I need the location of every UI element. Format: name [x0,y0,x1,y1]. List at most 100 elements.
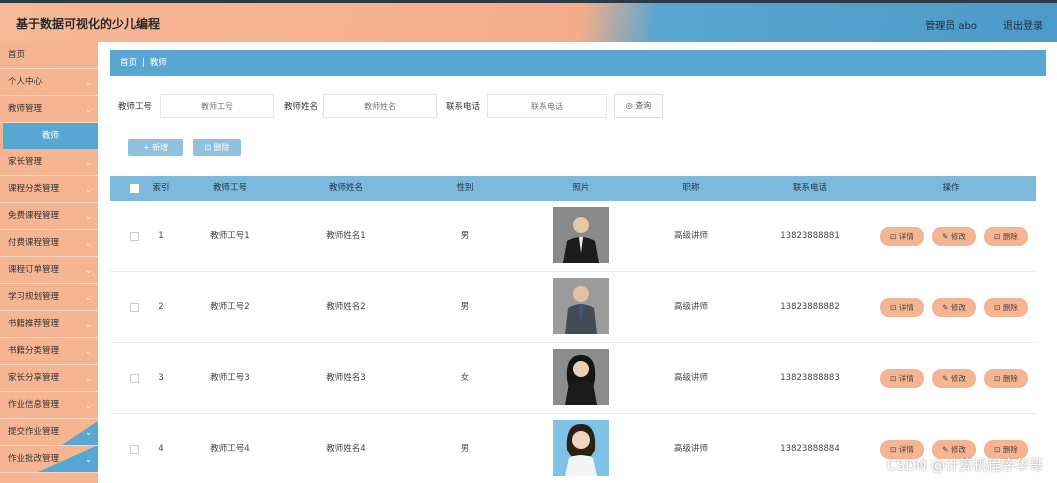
col-index: 索引 [152,183,170,193]
delete-button[interactable]: ⊡ 删除 [984,298,1028,317]
cell-phone: 13823888884 [780,444,840,454]
chevron-down-icon: ⌄ [85,105,92,114]
edit-button[interactable]: ✎ 修改 [932,298,976,317]
detail-button[interactable]: ⊡ 详情 [880,227,924,246]
cell-gender: 男 [460,302,470,312]
cell-gender: 男 [460,231,470,241]
sidebar-item-homework-grade[interactable]: 作业批改管理 ⌄ [0,446,98,473]
cell-phone: 13823888883 [780,373,840,383]
cell-teacher-name: 教师姓名3 [326,373,366,383]
sidebar-item-home[interactable]: 首页 [0,42,98,69]
cell-index: 2 [158,302,164,312]
sidebar-item-teachers[interactable]: 教师管理 ⌄ [0,96,98,123]
phone-label: 联系电话 [446,102,481,112]
cell-phone: 13823888881 [780,231,840,241]
edit-button[interactable]: ✎ 修改 [932,369,976,388]
cell-phone: 13823888882 [780,302,840,312]
watermark: CSDN @计算机程序华哥 [886,458,1043,474]
detail-button[interactable]: ⊡ 详情 [880,298,924,317]
chevron-down-icon: ⌄ [85,212,92,221]
select-all-checkbox[interactable] [130,184,139,193]
cell-teacher-name: 教师姓名2 [326,302,366,312]
person-photo-icon [553,349,609,405]
table-header: 索引 教师工号 教师姓名 性别 照片 职称 联系电话 操作 [110,176,1036,201]
sidebar-item-profile[interactable]: 个人中心 ⌄ [0,69,98,96]
detail-button[interactable]: ⊡ 详情 [880,369,924,388]
chevron-down-icon: ⌄ [85,293,92,302]
person-photo-icon [553,278,609,334]
cell-gender: 女 [460,373,470,383]
cell-index: 3 [158,373,164,383]
sidebar-item-study-plans[interactable]: 学习规划管理 ⌄ [0,284,98,311]
query-button[interactable]: ◎ 查询 [614,94,663,118]
cell-gender: 男 [460,444,470,454]
chevron-down-icon: ⌄ [85,158,92,167]
cell-title: 高级讲师 [673,444,708,454]
col-phone: 联系电话 [792,183,827,193]
person-photo-icon [553,207,609,263]
chevron-down-icon: ⌄ [85,455,92,464]
teacher-name-input[interactable] [323,94,437,118]
table-row: 2 教师工号2 教师姓名2 男 高级讲师 13823888882 ⊡ 详情 ✎ … [110,272,1036,343]
chevron-down-icon: ⌄ [85,401,92,410]
teacher-table: 索引 教师工号 教师姓名 性别 照片 职称 联系电话 操作 1 教师工号1 教师… [110,176,1036,483]
sidebar-item-parents[interactable]: 家长管理 ⌄ [0,149,98,176]
chevron-down-icon: ⌄ [85,185,92,194]
sidebar-item-course-categories[interactable]: 课程分类管理 ⌄ [0,176,98,203]
table-row: 3 教师工号3 教师姓名3 女 高级讲师 13823888883 ⊡ 详情 ✎ … [110,343,1036,414]
sidebar-item-free-courses[interactable]: 免费课程管理 ⌄ [0,203,98,230]
sidebar: 首页 个人中心 ⌄ 教师管理 ⌄ 教师 家长管理 ⌄ 课程分类管理 ⌄ 免费课程管理 ⌄ … [0,42,98,483]
person-photo-icon [553,420,609,476]
cell-teacher-no: 教师工号3 [210,373,250,383]
logout-link[interactable]: 退出登录 [1003,17,1043,32]
row-checkbox[interactable] [130,232,139,241]
col-teacher-no: 教师工号 [212,183,247,193]
cell-title: 高级讲师 [673,231,708,241]
row-checkbox[interactable] [130,374,139,383]
col-photo: 照片 [572,183,590,193]
chevron-down-icon: ⌄ [85,428,92,437]
chevron-down-icon: ⌄ [85,266,92,275]
current-user[interactable]: 管理员 abo [925,17,977,32]
breadcrumb-home[interactable]: 首页 [120,58,137,68]
cell-teacher-no: 教师工号4 [210,444,250,454]
teacher-name-label: 教师姓名 [284,102,319,112]
cell-teacher-no: 教师工号2 [210,302,250,312]
phone-input[interactable] [487,94,607,118]
cell-index: 1 [158,231,164,241]
chevron-down-icon: ⌄ [85,239,92,248]
chevron-down-icon: ⌄ [85,78,92,87]
sidebar-item-paid-courses[interactable]: 付费课程管理 ⌄ [0,230,98,257]
col-title: 职称 [682,183,700,193]
sidebar-item-book-recommend[interactable]: 书籍推荐管理 ⌄ [0,311,98,338]
chevron-down-icon: ⌄ [85,320,92,329]
delete-button[interactable]: ⊡ 删除 [984,369,1028,388]
cell-index: 4 [158,444,164,454]
sidebar-item-book-categories[interactable]: 书籍分类管理 ⌄ [0,338,98,365]
chevron-down-icon: ⌄ [85,374,92,383]
col-actions: 操作 [942,183,960,193]
batch-delete-button[interactable]: ⊡ 删除 [193,139,241,156]
top-header: 基于数据可视化的少儿编程 管理员 abo 退出登录 [0,0,1057,42]
add-button[interactable]: + 新增 [128,139,183,156]
row-checkbox[interactable] [130,445,139,454]
delete-button[interactable]: ⊡ 删除 [984,227,1028,246]
col-teacher-name: 教师姓名 [328,183,363,193]
sidebar-item-homework-submit[interactable]: 提交作业管理 ⌄ [0,419,98,446]
row-checkbox[interactable] [130,303,139,312]
sidebar-item-course-orders[interactable]: 课程订单管理 ⌄ [0,257,98,284]
edit-button[interactable]: ✎ 修改 [932,227,976,246]
teacher-no-label: 教师工号 [118,102,153,112]
breadcrumb-separator: | [142,58,145,68]
sidebar-subitem-teacher[interactable]: 教师 [3,123,98,149]
breadcrumb-current: 教师 [149,58,167,68]
col-gender: 性别 [456,183,474,193]
cell-teacher-no: 教师工号1 [210,231,250,241]
app-title: 基于数据可视化的少儿编程 [16,17,161,31]
sidebar-item-homework-info[interactable]: 作业信息管理 ⌄ [0,392,98,419]
cell-teacher-name: 教师姓名1 [326,231,366,241]
teacher-no-input[interactable] [160,94,274,118]
sidebar-item-parent-share[interactable]: 家长分享管理 ⌄ [0,365,98,392]
table-row: 1 教师工号1 教师姓名1 男 高级讲师 13823888881 ⊡ 详情 ✎ … [110,201,1036,272]
chevron-down-icon: ⌄ [85,347,92,356]
